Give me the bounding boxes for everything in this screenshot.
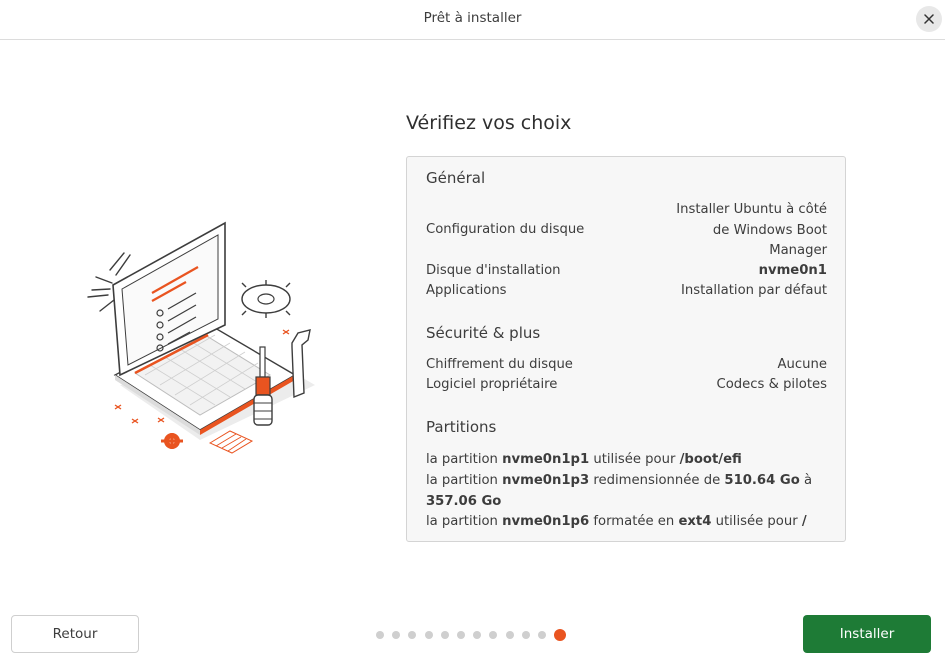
disk-config-value-line3: Manager	[769, 243, 827, 258]
section-title-security: Sécurité & plus	[426, 324, 541, 342]
p3-mid: redimensionnée de	[593, 473, 721, 488]
p1-prefix: la partition	[426, 452, 498, 467]
encryption-label: Chiffrement du disque	[426, 357, 573, 372]
p6-mid: formatée en	[593, 514, 675, 529]
row-applications: Applications Installation par défaut	[426, 281, 827, 301]
p3-from: 510.64 Go	[724, 473, 800, 488]
proprietary-value: Codecs & pilotes	[716, 377, 827, 392]
progress-dot	[505, 631, 514, 639]
partition-line-p6: la partition nvme0n1p6 formatée en ext4 …	[426, 512, 831, 533]
progress-dot	[440, 631, 449, 639]
progress-dot	[408, 631, 417, 639]
progress-dot	[489, 631, 498, 639]
laptop-tools-illustration	[87, 221, 315, 454]
progress-dots	[376, 629, 567, 641]
p6-name: nvme0n1p6	[502, 514, 590, 529]
progress-dot	[376, 631, 384, 639]
section-title-general: Général	[426, 169, 486, 187]
row-disk-configuration: Configuration du disque Installer Ubuntu…	[426, 200, 827, 262]
progress-dot	[521, 631, 530, 639]
p3-to: 357.06 Go	[426, 493, 502, 509]
progress-dot	[473, 631, 482, 639]
title-bar: Prêt à installer	[0, 0, 945, 40]
p6-prefix: la partition	[426, 514, 498, 529]
close-icon	[924, 14, 934, 24]
partition-line-p1: la partition nvme0n1p1 utilisée pour /bo…	[426, 450, 831, 471]
applications-label: Applications	[426, 283, 507, 298]
page-heading: Vérifiez vos choix	[406, 112, 572, 134]
disk-config-label: Configuration du disque	[426, 222, 585, 237]
p3-prefix: la partition	[426, 473, 498, 488]
progress-dot	[456, 631, 465, 639]
p1-name: nvme0n1p1	[502, 452, 590, 467]
p3-name: nvme0n1p3	[502, 473, 590, 488]
p1-mid: utilisée pour	[593, 452, 676, 467]
p6-mount: /	[801, 514, 807, 529]
disk-config-value: Installer Ubuntu à côté de Windows Boot …	[642, 200, 827, 262]
progress-dot	[392, 631, 401, 639]
p3-to-word: à	[803, 473, 813, 488]
window-title: Prêt à installer	[423, 10, 522, 26]
progress-dot	[424, 631, 433, 639]
row-proprietary-software: Logiciel propriétaire Codecs & pilotes	[426, 375, 827, 395]
disk-config-value-line1: Installer Ubuntu à côté	[676, 202, 827, 217]
proprietary-label: Logiciel propriétaire	[426, 377, 558, 392]
applications-value: Installation par défaut	[680, 283, 827, 298]
row-install-disk: Disque d'installation nvme0n1	[426, 261, 827, 281]
partition-line-p3: la partition nvme0n1p3 redimensionnée de…	[426, 471, 831, 512]
install-button[interactable]: Installer	[803, 615, 931, 653]
disk-config-value-line2: de Windows Boot	[712, 222, 827, 238]
progress-dot	[537, 631, 546, 639]
row-encryption: Chiffrement du disque Aucune	[426, 355, 827, 375]
p6-mid2: utilisée pour	[715, 514, 798, 529]
install-disk-label: Disque d'installation	[426, 263, 561, 278]
install-disk-value: nvme0n1	[758, 263, 827, 278]
progress-dot-current	[554, 629, 567, 641]
close-button[interactable]	[916, 6, 942, 32]
p1-mount: /boot/efi	[679, 452, 742, 467]
section-title-partitions: Partitions	[426, 418, 497, 436]
summary-card: Général Configuration du disque Installe…	[406, 156, 846, 542]
back-button[interactable]: Retour	[11, 615, 139, 653]
p6-fs: ext4	[678, 514, 712, 529]
encryption-value: Aucune	[777, 357, 827, 372]
